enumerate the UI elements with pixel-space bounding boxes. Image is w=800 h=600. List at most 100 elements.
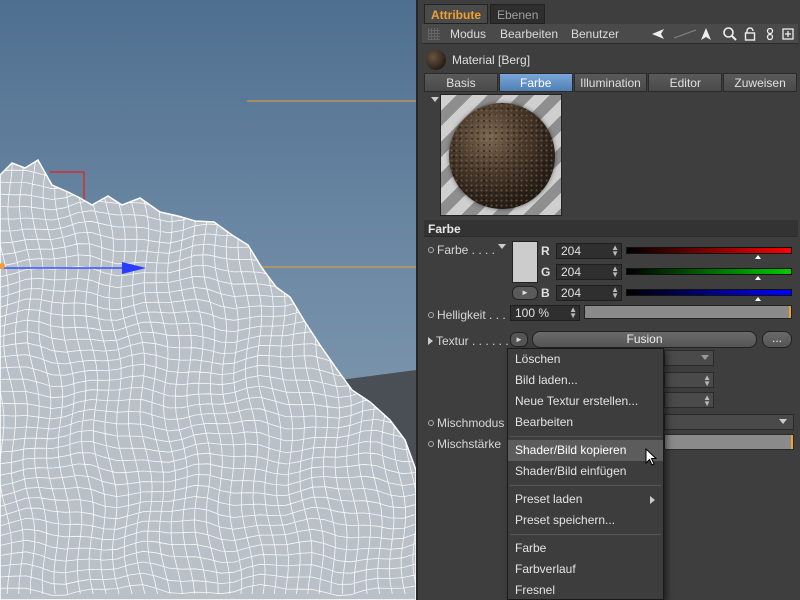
helligkeit-label: Helligkeit . . . <box>428 308 506 322</box>
3d-viewport[interactable] <box>0 0 416 600</box>
spinner-icon[interactable]: ▲ ▼ <box>611 265 619 279</box>
animation-dot-icon[interactable] <box>428 441 434 447</box>
animation-dot-icon[interactable] <box>428 247 434 253</box>
channel-label-r: R <box>541 244 550 258</box>
slider-thumb-icon[interactable] <box>755 276 762 280</box>
tab-basis[interactable]: Basis <box>424 73 498 92</box>
menu-separator <box>510 485 661 486</box>
channel-label-b: B <box>541 286 550 300</box>
channel-slider-r[interactable] <box>626 247 792 259</box>
textur-label: Textur . . . . . . <box>428 334 509 348</box>
menu-separator <box>510 436 661 437</box>
channel-slider-b[interactable] <box>626 289 792 301</box>
menu-item-shader-kopieren[interactable]: Shader/Bild kopieren <box>508 440 663 461</box>
more-button[interactable]: ... <box>762 331 792 348</box>
manager-tabs: Attribute Ebenen <box>424 4 546 24</box>
menu-item-bearbeiten[interactable]: Bearbeiten <box>508 412 663 433</box>
texture-menu-button[interactable]: ► <box>510 332 528 347</box>
spinner-icon[interactable]: ▲ ▼ <box>611 244 619 258</box>
textur-label-text: Textur . . . . . . <box>436 334 509 348</box>
submenu-arrow-icon <box>650 496 655 504</box>
chevron-down-icon <box>701 355 709 360</box>
helligkeit-slider[interactable] <box>584 305 792 319</box>
animation-dot-icon[interactable] <box>428 420 434 426</box>
blur-scale-field[interactable]: ▲ ▼ <box>664 392 714 408</box>
material-subtabs: Basis Farbe Illumination Editor Zuweisen <box>424 73 798 92</box>
search-icon[interactable] <box>722 26 738 42</box>
menu-separator <box>510 534 661 535</box>
new-panel-icon[interactable] <box>780 26 796 42</box>
menu-item-farbe[interactable]: Farbe <box>508 538 663 559</box>
terrain-wireframe <box>0 100 416 600</box>
mischstaerke-label: Mischstärke <box>428 437 501 451</box>
menu-item-preset-speichern[interactable]: Preset speichern... <box>508 510 663 531</box>
material-thumbnail <box>426 50 446 70</box>
channel-field-g[interactable]: 204 ▲ ▼ <box>556 264 622 280</box>
section-title: Farbe <box>428 222 461 236</box>
spinner-icon[interactable]: ▲ ▼ <box>569 306 577 320</box>
pin-icon[interactable] <box>762 26 778 42</box>
slider-thumb-icon[interactable] <box>755 255 762 259</box>
mouse-cursor-icon <box>645 448 657 466</box>
mischstaerke-label-text: Mischstärke <box>437 437 502 451</box>
color-picker-toggle[interactable]: ► <box>512 286 538 300</box>
menu-item-farbverlauf[interactable]: Farbverlauf <box>508 559 663 580</box>
shader-button[interactable]: Fusion <box>532 331 757 348</box>
preview-sphere <box>449 103 555 209</box>
mischmodus-label-text: Mischmodus <box>437 416 505 430</box>
color-swatch[interactable] <box>512 241 538 283</box>
helligkeit-value: 100 % <box>515 306 550 320</box>
mischstaerke-slider[interactable] <box>664 434 794 450</box>
farbe-label-text: Farbe . . . . <box>437 243 496 257</box>
channel-slider-g[interactable] <box>626 268 792 280</box>
slider-end-marker <box>789 306 791 318</box>
tab-farbe[interactable]: Farbe <box>498 73 573 92</box>
tab-illumination[interactable]: Illumination <box>573 73 648 92</box>
helligkeit-field[interactable]: 100 % ▲ ▼ <box>510 305 580 321</box>
chevron-down-icon[interactable] <box>498 244 506 249</box>
spinner-icon[interactable]: ▲ ▼ <box>703 394 711 408</box>
grip-icon[interactable] <box>428 28 440 40</box>
menu-item-neue-textur[interactable]: Neue Textur erstellen... <box>508 391 663 412</box>
mischmodus-dropdown[interactable] <box>664 414 794 430</box>
animation-dot-icon[interactable] <box>428 312 434 318</box>
channel-field-r[interactable]: 204 ▲ ▼ <box>556 243 622 259</box>
spinner-icon[interactable]: ▲ ▼ <box>703 374 711 388</box>
chevron-down-icon <box>779 419 787 424</box>
farbe-label: Farbe . . . . <box>428 243 495 257</box>
channel-field-b[interactable]: 204 ▲ ▼ <box>556 285 622 301</box>
arrow-back-icon[interactable] <box>650 26 666 42</box>
expand-arrow-icon[interactable] <box>428 337 433 345</box>
tab-editor[interactable]: Editor <box>648 73 723 92</box>
menu-item-shader-einfuegen[interactable]: Shader/Bild einfügen <box>508 461 663 482</box>
preview-collapse-icon[interactable] <box>431 97 439 102</box>
slider-end-marker <box>791 435 793 449</box>
material-preview[interactable] <box>440 94 562 216</box>
slider-thumb-icon[interactable] <box>755 297 762 301</box>
sampling-dropdown[interactable] <box>664 350 714 366</box>
menu-item-loeschen[interactable]: Löschen <box>508 349 663 370</box>
menu-item-preset-laden[interactable]: Preset laden <box>508 489 663 510</box>
arrow-up-icon[interactable] <box>698 26 714 42</box>
material-header: Material [Berg] <box>422 48 798 72</box>
channel-label-g: G <box>541 265 551 279</box>
tab-zuweisen[interactable]: Zuweisen <box>723 73 797 92</box>
helligkeit-label-text: Helligkeit . . . <box>437 308 506 322</box>
menu-item-bild-laden[interactable]: Bild laden... <box>508 370 663 391</box>
lock-icon[interactable] <box>742 26 758 42</box>
channel-value: 204 <box>561 244 582 258</box>
spinner-icon[interactable]: ▲ ▼ <box>611 286 619 300</box>
menu-item-preset-laden-label: Preset laden <box>515 492 583 506</box>
tab-ebenen[interactable]: Ebenen <box>490 4 546 24</box>
tab-attribute[interactable]: Attribute <box>424 4 488 24</box>
menu-bearbeiten[interactable]: Bearbeiten <box>500 27 558 41</box>
blur-offset-field[interactable]: ▲ ▼ <box>664 372 714 388</box>
attribute-menubar: Modus Bearbeiten Benutzer <box>422 24 798 44</box>
menu-benutzer[interactable]: Benutzer <box>571 27 619 41</box>
history-line-icon <box>673 26 697 42</box>
menu-modus[interactable]: Modus <box>450 27 486 41</box>
section-header-farbe: Farbe <box>424 220 798 237</box>
menu-item-fresnel[interactable]: Fresnel <box>508 580 663 600</box>
texture-context-menu: Löschen Bild laden... Neue Textur erstel… <box>507 348 664 600</box>
channel-value: 204 <box>561 286 582 300</box>
